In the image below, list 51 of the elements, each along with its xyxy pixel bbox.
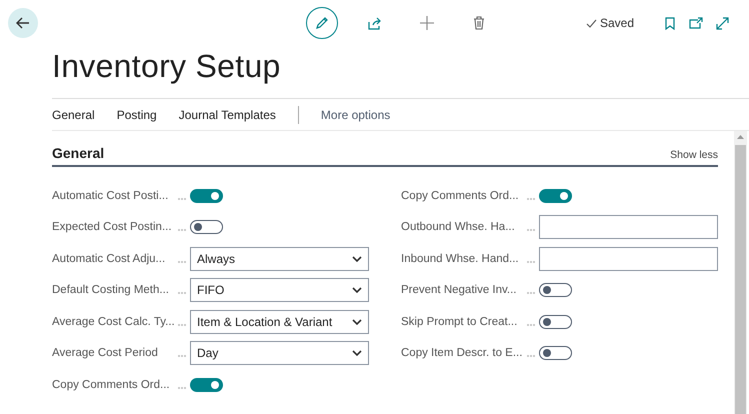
plus-icon bbox=[420, 16, 434, 30]
toggle-switch[interactable] bbox=[539, 283, 572, 298]
nav-tab[interactable]: Posting bbox=[116, 108, 157, 122]
save-status: Saved bbox=[600, 16, 634, 30]
chevron-down-icon bbox=[352, 350, 362, 356]
field-label: Outbound Whse. Ha... bbox=[401, 221, 516, 234]
field-label: Automatic Cost Posti... bbox=[52, 190, 170, 202]
nav-tab[interactable]: Journal Templates bbox=[178, 108, 276, 122]
show-less-link[interactable]: Show less bbox=[670, 149, 718, 161]
field-label: Prevent Negative Inv... bbox=[401, 284, 518, 296]
scrollbar[interactable] bbox=[734, 131, 747, 414]
toggle-switch[interactable] bbox=[539, 188, 572, 203]
open-window-icon bbox=[689, 17, 704, 29]
nav-tab[interactable]: General bbox=[52, 108, 95, 122]
field-label: Inbound Whse. Hand... bbox=[401, 252, 520, 265]
toggle-switch[interactable] bbox=[539, 314, 572, 329]
bookmark-icon bbox=[665, 16, 676, 30]
scroll-up-arrow-icon[interactable] bbox=[737, 134, 744, 139]
input-field[interactable] bbox=[539, 215, 718, 240]
field-label: Skip Prompt to Creat... bbox=[401, 316, 518, 328]
field-label: Average Cost Calc. Ty... bbox=[52, 316, 176, 328]
chevron-down-icon bbox=[352, 318, 362, 325]
section-title: General bbox=[52, 145, 104, 161]
back-button[interactable] bbox=[8, 8, 38, 38]
field-label: Automatic Cost Adju... bbox=[52, 252, 166, 265]
chevron-down-icon bbox=[352, 287, 362, 294]
field-label: Average Cost Period bbox=[52, 347, 159, 360]
field-label: Expected Cost Postin... bbox=[52, 221, 173, 234]
field-label: Default Costing Meth... bbox=[52, 284, 170, 296]
expand-icon bbox=[716, 16, 729, 30]
dropdown-field[interactable]: Day bbox=[190, 341, 369, 366]
more-options-tab[interactable]: More options bbox=[320, 108, 390, 122]
toggle-switch[interactable] bbox=[190, 188, 223, 203]
pencil-icon bbox=[315, 16, 329, 30]
checkmark-icon bbox=[586, 18, 597, 28]
dropdown-field[interactable]: FIFO bbox=[190, 278, 369, 302]
back-arrow-icon bbox=[16, 17, 30, 29]
field-label: Copy Comments Ord... bbox=[401, 190, 520, 202]
toggle-switch[interactable] bbox=[190, 220, 223, 234]
share-icon bbox=[368, 16, 382, 30]
input-field[interactable] bbox=[539, 246, 718, 271]
field-label: Copy Comments Ord... bbox=[52, 378, 171, 391]
dropdown-field[interactable]: Item & Location & Variant bbox=[190, 310, 369, 334]
trash-icon bbox=[473, 16, 485, 30]
chevron-down-icon bbox=[352, 256, 362, 262]
toggle-switch[interactable] bbox=[190, 378, 223, 392]
dropdown-field[interactable]: Always bbox=[190, 246, 369, 271]
page-title: Inventory Setup bbox=[52, 47, 282, 86]
edit-button[interactable] bbox=[306, 7, 338, 39]
toggle-switch[interactable] bbox=[539, 346, 572, 360]
field-label: Copy Item Descr. to E... bbox=[401, 347, 524, 360]
